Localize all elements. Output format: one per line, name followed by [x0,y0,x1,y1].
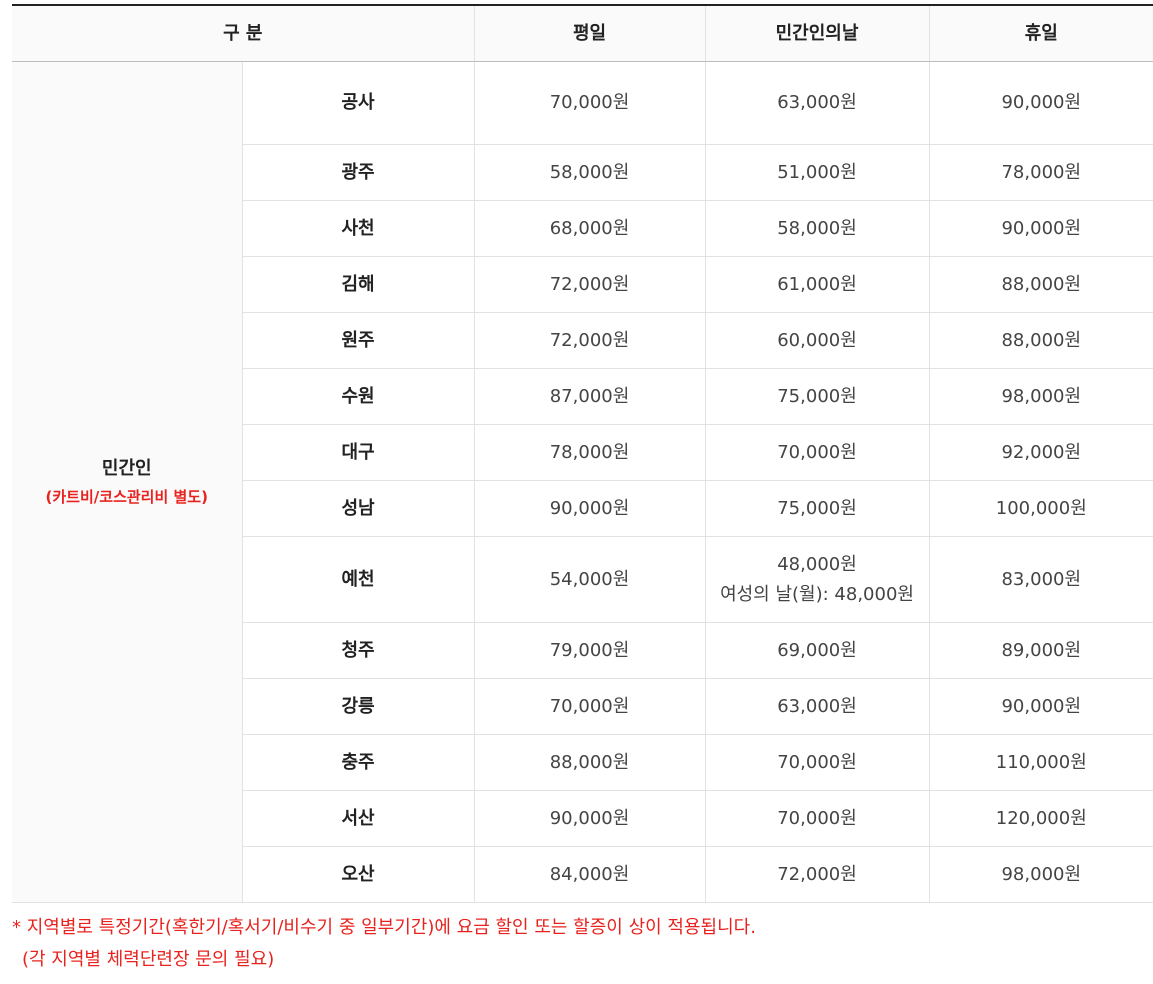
weekday-price: 72,000원 [473,312,706,369]
holiday-price: 98,000원 [928,846,1153,903]
holiday-price: 83,000원 [928,536,1153,623]
holiday-price: 90,000원 [928,200,1153,257]
group-note: (카트비/코스관리비 별도) [45,488,208,506]
region-cell: 김해 [242,256,475,313]
region-cell: 오산 [242,846,475,903]
footnote-line-1: * 지역별로 특정기간(혹한기/혹서기/비수기 중 일부기간)에 요금 할인 또… [12,917,756,938]
region-cell: 공사 [241,61,475,145]
table-row: 민간인 (카트비/코스관리비 별도) 공사 70,000원 63,000원 90… [12,61,1153,903]
civilian-day-price: 75,000원 [704,480,930,537]
weekday-price: 90,000원 [473,480,706,537]
table-body: 민간인 (카트비/코스관리비 별도) 공사 70,000원 63,000원 90… [12,61,1153,903]
region-cell: 성남 [242,480,475,537]
civilian-day-price: 61,000원 [704,256,930,313]
header-weekday: 평일 [473,4,706,62]
footnote: * 지역별로 특정기간(혹한기/혹서기/비수기 중 일부기간)에 요금 할인 또… [12,912,756,976]
civilian-day-price: 69,000원 [704,622,930,679]
header-civilian-day: 민간인의날 [704,4,930,62]
holiday-price: 92,000원 [928,424,1153,481]
weekday-price: 70,000원 [473,678,706,735]
holiday-price: 90,000원 [928,61,1153,145]
weekday-price: 70,000원 [473,61,706,145]
weekday-price: 68,000원 [473,200,706,257]
header-category: 구 분 [12,4,475,62]
table-header: 구 분 평일 민간인의날 휴일 [12,4,1153,62]
footnote-line-2: (각 지역별 체력단련장 문의 필요) [22,949,275,970]
region-cell: 강릉 [242,678,475,735]
region-cell: 광주 [242,144,475,201]
region-cell: 서산 [242,790,475,847]
header-holiday: 휴일 [928,4,1153,62]
civilian-day-price: 72,000원 [704,846,930,903]
region-cell: 대구 [242,424,475,481]
weekday-price: 58,000원 [473,144,706,201]
civilian-day-price: 60,000원 [704,312,930,369]
civilian-day-price: 48,000원 [777,553,857,575]
holiday-price: 98,000원 [928,368,1153,425]
womens-day-price: 여성의 날(월): 48,000원 [720,583,914,605]
holiday-price: 90,000원 [928,678,1153,735]
region-cell: 충주 [242,734,475,791]
page: 구 분 평일 민간인의날 휴일 민간인 (카트비/코스관리비 별도) 공사 70… [0,0,1153,984]
civilian-day-price: 75,000원 [704,368,930,425]
fee-table: 구 분 평일 민간인의날 휴일 민간인 (카트비/코스관리비 별도) 공사 70… [12,4,1153,903]
group-cell: 민간인 (카트비/코스관리비 별도) [12,61,243,903]
weekday-price: 79,000원 [473,622,706,679]
civilian-day-price: 51,000원 [704,144,930,201]
region-cell: 수원 [242,368,475,425]
weekday-price: 90,000원 [473,790,706,847]
holiday-price: 88,000원 [928,312,1153,369]
holiday-price: 78,000원 [928,144,1153,201]
holiday-price: 110,000원 [928,734,1153,791]
civilian-day-price: 70,000원 [704,790,930,847]
holiday-price: 120,000원 [928,790,1153,847]
civilian-day-price: 63,000원 [704,678,930,735]
region-cell: 원주 [242,312,475,369]
weekday-price: 87,000원 [473,368,706,425]
civilian-day-price: 58,000원 [704,200,930,257]
weekday-price: 54,000원 [473,536,706,623]
civilian-day-price-cell: 48,000원 여성의 날(월): 48,000원 [704,536,930,623]
weekday-price: 72,000원 [473,256,706,313]
holiday-price: 88,000원 [928,256,1153,313]
weekday-price: 78,000원 [473,424,706,481]
civilian-day-price: 63,000원 [704,61,930,145]
group-label: 민간인 [101,458,152,479]
region-cell: 예천 [242,536,475,623]
weekday-price: 88,000원 [473,734,706,791]
weekday-price: 84,000원 [473,846,706,903]
region-cell: 청주 [242,622,475,679]
civilian-day-price: 70,000원 [704,424,930,481]
holiday-price: 89,000원 [928,622,1153,679]
civilian-day-price: 70,000원 [704,734,930,791]
region-cell: 사천 [242,200,475,257]
holiday-price: 100,000원 [928,480,1153,537]
